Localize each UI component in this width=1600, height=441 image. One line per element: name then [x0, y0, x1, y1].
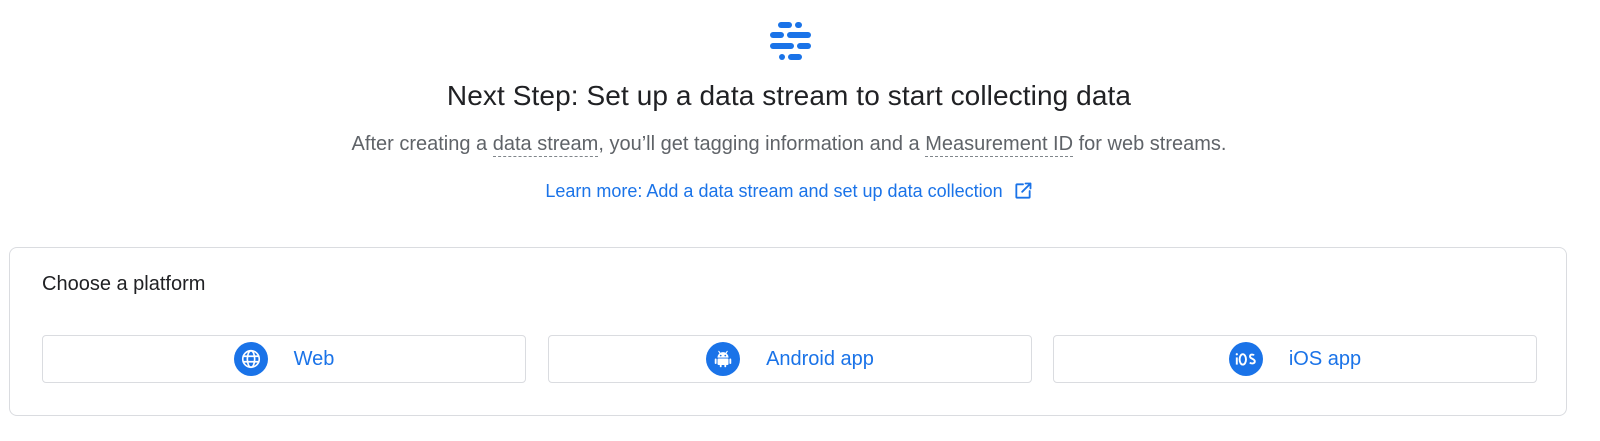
- choose-platform-title: Choose a platform: [42, 273, 206, 295]
- web-platform-button[interactable]: Web: [42, 335, 526, 383]
- open-in-new-icon[interactable]: [1013, 181, 1033, 201]
- ios-button-label: iOS app: [1288, 348, 1362, 370]
- learn-more-label[interactable]: Learn more: Add a data stream and set up…: [545, 181, 1002, 201]
- subtitle-text: After creating a: [351, 133, 493, 155]
- ios-icon: [1228, 342, 1263, 376]
- subtitle-text: for web streams.: [1073, 133, 1227, 155]
- android-button-label: Android app: [766, 348, 874, 370]
- web-button-label: Web: [293, 348, 335, 370]
- data-stream-icon: [770, 22, 811, 60]
- globe-icon: [233, 342, 268, 376]
- data-stream-term[interactable]: data stream: [492, 133, 599, 157]
- page-subtitle: After creating a data stream, you’ll get…: [0, 130, 1578, 158]
- ios-platform-button[interactable]: iOS app: [1053, 335, 1537, 383]
- android-platform-button[interactable]: Android app: [548, 335, 1032, 383]
- android-icon: [706, 342, 741, 376]
- page-title: Next Step: Set up a data stream to start…: [446, 80, 1132, 111]
- data-stream-setup-page: Next Step: Set up a data stream to start…: [0, 0, 1600, 441]
- measurement-id-term[interactable]: Measurement ID: [925, 133, 1074, 157]
- choose-platform-card: Choose a platform Web Android app iOS ap…: [9, 247, 1567, 416]
- learn-more-link[interactable]: Learn more: Add a data stream and set up…: [0, 178, 1578, 204]
- subtitle-text: , you’ll get tagging information and a: [598, 133, 926, 155]
